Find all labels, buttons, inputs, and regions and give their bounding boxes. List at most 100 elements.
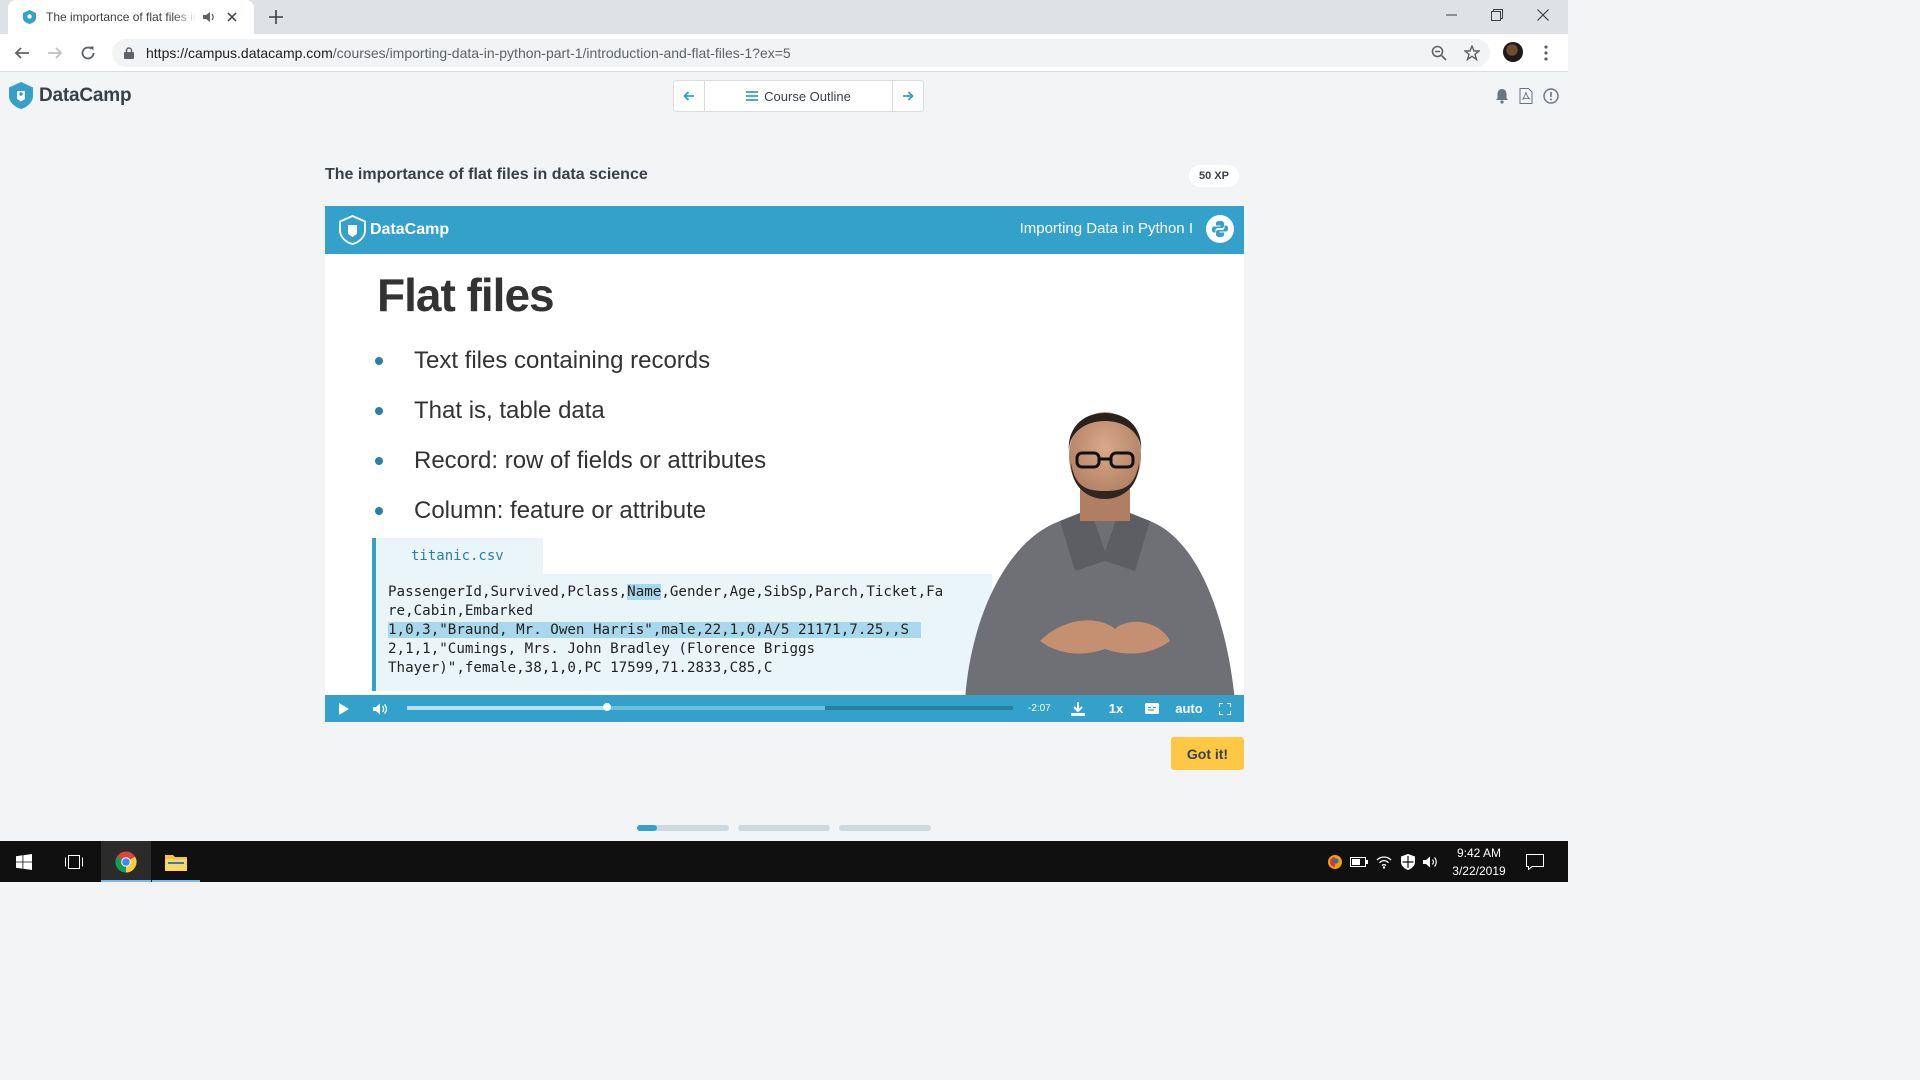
browser-tab[interactable]: The importance of flat files in data sci… xyxy=(8,0,254,34)
download-button[interactable] xyxy=(1068,695,1088,722)
action-center-icon[interactable] xyxy=(1525,852,1545,872)
code-filename-tab: titanic.csv xyxy=(372,538,543,574)
task-view-button[interactable] xyxy=(50,841,98,882)
windows-taskbar: 9:42 AM 3/22/2019 xyxy=(0,841,1568,882)
code-line: PassengerId,Survived,Pclass,Name,Gender,… xyxy=(388,584,943,600)
restore-window-icon[interactable] xyxy=(1474,0,1520,30)
clock-time: 9:42 AM xyxy=(1456,846,1502,860)
download-icon xyxy=(1071,701,1085,716)
next-exercise-button[interactable] xyxy=(893,81,923,111)
python-logo-icon xyxy=(1206,215,1234,243)
task-view-icon xyxy=(65,854,83,869)
video-controls: -2:07 1x auto xyxy=(325,695,1244,722)
bullet-dot xyxy=(375,357,383,365)
windows-start-button[interactable] xyxy=(0,841,48,882)
chrome-icon xyxy=(115,851,137,872)
tray-app-icon[interactable] xyxy=(1326,853,1344,871)
xp-badge: 50 XP xyxy=(1189,165,1239,187)
windows-logo-icon xyxy=(16,853,32,870)
folder-icon xyxy=(165,854,187,871)
tab-audio-icon[interactable] xyxy=(202,10,216,24)
previous-exercise-button[interactable] xyxy=(674,81,704,111)
play-icon xyxy=(339,702,349,715)
profile-avatar[interactable] xyxy=(1503,42,1523,62)
code-block: PassengerId,Survived,Pclass,Name,Gender,… xyxy=(372,574,992,691)
logo-text: DataCamp xyxy=(39,84,132,106)
taskbar-clock[interactable]: 9:42 AM 3/22/2019 xyxy=(1440,844,1518,880)
bullet-item: That is, table data xyxy=(375,386,766,436)
progress-played xyxy=(407,706,607,710)
code-text: ,Gender,Age,SibSp,Parch,Ticket,Fa xyxy=(661,584,944,600)
close-tab-icon[interactable] xyxy=(224,9,240,25)
url-path: /courses/importing-data-in-python-part-1… xyxy=(332,45,791,61)
code-line-highlighted: 1,0,3,"Braund, Mr. Owen Harris",male,22,… xyxy=(388,622,922,638)
slide-title: Flat files xyxy=(377,269,555,321)
minimize-window-icon[interactable] xyxy=(1428,0,1474,30)
bullet-item: Record: row of fields or attributes xyxy=(375,436,766,486)
new-tab-icon[interactable] xyxy=(266,7,286,27)
running-app-indicator xyxy=(152,880,200,882)
datacamp-favicon-icon xyxy=(22,10,36,24)
volume-button[interactable] xyxy=(369,695,391,722)
course-outline-label: Course Outline xyxy=(764,88,851,104)
pager-segment-fill xyxy=(637,825,658,831)
tab-title: The importance of flat files in data sci… xyxy=(46,10,196,24)
playback-speed-button[interactable]: 1x xyxy=(1103,695,1129,722)
datacamp-logo[interactable]: DataCamp xyxy=(9,82,132,109)
speaker-volume-icon[interactable] xyxy=(1422,853,1440,871)
exercise-progress-pager xyxy=(637,825,940,831)
bullet-dot xyxy=(375,407,383,415)
clock-date: 3/22/2019 xyxy=(1452,864,1506,878)
lock-icon[interactable] xyxy=(124,46,138,60)
play-button[interactable] xyxy=(333,695,355,722)
course-outline-nav: Course Outline xyxy=(673,80,924,112)
got-it-button[interactable]: Got it! xyxy=(1171,737,1244,770)
video-player[interactable]: DataCamp Importing Data in Python I Flat… xyxy=(325,206,1244,722)
bullet-dot xyxy=(375,507,383,515)
progress-scrubber-handle[interactable] xyxy=(602,703,611,711)
battery-icon[interactable] xyxy=(1350,853,1368,871)
captions-icon xyxy=(1145,703,1159,714)
exercise-title: The importance of flat files in data sci… xyxy=(325,166,648,183)
forward-arrow-icon[interactable] xyxy=(43,41,67,65)
browser-tab-bar: The importance of flat files in data sci… xyxy=(0,0,1568,34)
bullet-item: Column: feature or attribute xyxy=(375,486,766,536)
datacamp-shield-icon xyxy=(9,82,33,109)
quality-button[interactable]: auto xyxy=(1173,695,1205,722)
slide-course-name: Importing Data in Python I xyxy=(1019,220,1193,237)
pager-segment-1[interactable] xyxy=(637,825,729,831)
bookmark-star-icon[interactable] xyxy=(1460,41,1484,65)
slide-logo-text: DataCamp xyxy=(370,221,450,238)
time-remaining: -2:07 xyxy=(1028,703,1051,714)
code-text: PassengerId,Survived,Pclass, xyxy=(388,584,628,600)
active-app-indicator xyxy=(101,880,151,882)
bullet-text: That is, table data xyxy=(414,397,605,424)
slides-pdf-icon[interactable] xyxy=(1517,87,1535,105)
fullscreen-icon xyxy=(1219,702,1231,715)
security-shield-icon[interactable] xyxy=(1399,853,1417,871)
video-progress-bar[interactable] xyxy=(407,703,1013,711)
pager-segment-3[interactable] xyxy=(839,825,931,831)
volume-icon xyxy=(373,703,387,714)
address-bar[interactable]: https://campus.datacamp.com/courses/impo… xyxy=(112,39,1490,67)
taskbar-file-explorer-app[interactable] xyxy=(152,841,200,882)
fullscreen-button[interactable] xyxy=(1215,695,1235,722)
wifi-icon[interactable] xyxy=(1375,853,1393,871)
zoom-icon[interactable] xyxy=(1427,41,1451,65)
taskbar-chrome-app[interactable] xyxy=(101,841,151,882)
reload-icon[interactable] xyxy=(76,41,100,65)
slide-header: DataCamp Importing Data in Python I xyxy=(325,206,1244,254)
back-arrow-icon[interactable] xyxy=(10,41,34,65)
notifications-bell-icon[interactable] xyxy=(1493,87,1511,105)
pager-segment-2[interactable] xyxy=(738,825,830,831)
browser-menu-icon[interactable] xyxy=(1534,41,1558,65)
slide-bullet-list: Text files containing records That is, t… xyxy=(375,336,766,536)
report-issue-icon[interactable] xyxy=(1542,87,1560,105)
bullet-item: Text files containing records xyxy=(375,336,766,386)
captions-button[interactable] xyxy=(1143,695,1161,722)
arrow-right-icon xyxy=(903,91,914,101)
presenter-video-image xyxy=(965,412,1235,701)
close-window-icon[interactable] xyxy=(1520,0,1566,30)
course-outline-button[interactable]: Course Outline xyxy=(704,81,893,111)
bullet-dot xyxy=(375,457,383,465)
